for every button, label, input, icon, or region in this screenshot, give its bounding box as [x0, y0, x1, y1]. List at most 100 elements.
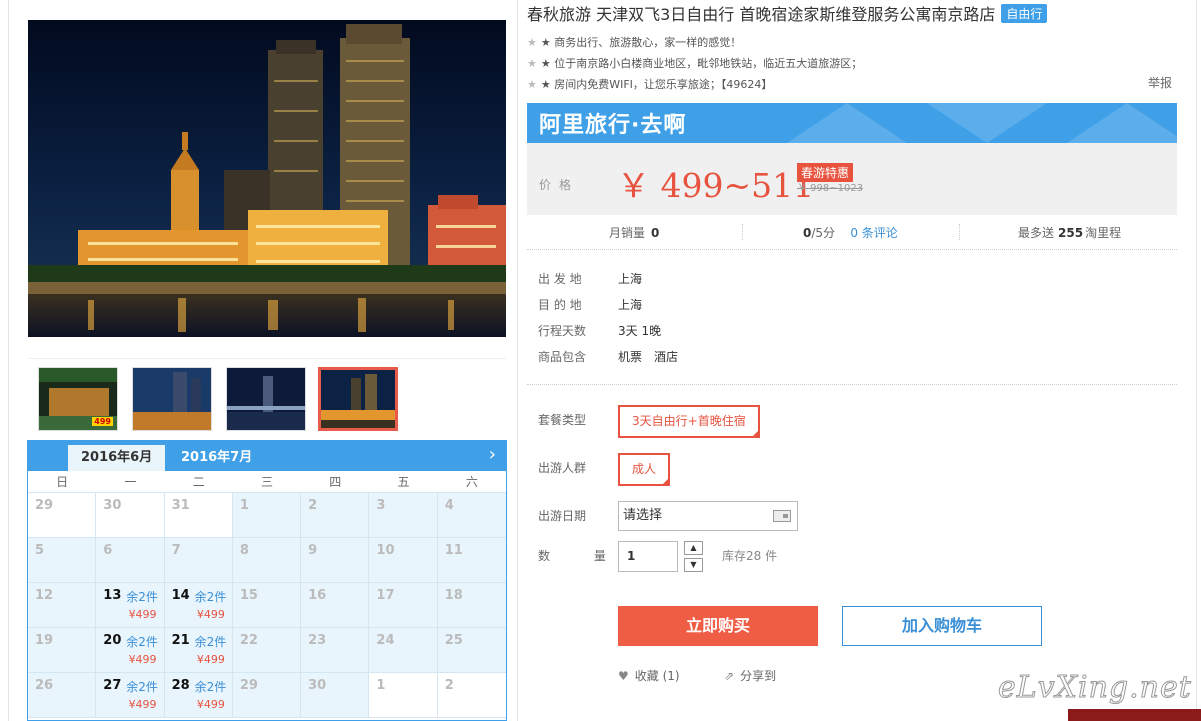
next-month-arrow-icon[interactable]: › [489, 444, 496, 466]
day-price: ¥499 [196, 698, 225, 711]
day-number: 20 [103, 633, 122, 648]
day-number: 3 [376, 498, 386, 513]
day-number: 25 [444, 633, 463, 648]
calendar-day-available[interactable]: 20 余2件 ¥499 [96, 628, 165, 673]
check-icon: ✓ [662, 467, 669, 475]
day-number: 21 [171, 633, 190, 648]
thumbnail-3[interactable] [226, 367, 306, 431]
heart-icon: ♥ [618, 669, 629, 683]
add-to-cart-button[interactable]: 加入购物车 [842, 606, 1042, 646]
day-stock: 余2件 [126, 590, 158, 604]
calendar-day: 30 [301, 673, 370, 718]
depart-value: 上海 [618, 272, 643, 286]
share-button[interactable]: ⇗ 分享到 [724, 667, 776, 684]
day-price: ¥499 [128, 608, 157, 621]
calendar-day: 23 [301, 628, 370, 673]
day-stock: 余2件 [126, 635, 158, 649]
calendar-day: 1 [232, 493, 302, 538]
star-icon: ★ [527, 78, 537, 91]
weekday-label: 日 [56, 475, 69, 489]
package-option-selected[interactable]: 3天自由行+首晚住宿 ✓ [618, 405, 760, 438]
favorite-button[interactable]: ♥ 收藏 (1) [618, 667, 680, 684]
brand-banner: 阿里旅行·去啊 [527, 103, 1177, 143]
reviews-link[interactable]: 0 条评论 [850, 226, 897, 240]
day-number: 2 [308, 498, 318, 513]
day-number: 5 [35, 543, 45, 558]
product-title: 春秋旅游 天津双飞3日自由行 首晚宿途家斯维登服务公寓南京路店 自由行 [527, 1, 1048, 25]
day-price: ¥499 [128, 653, 157, 666]
calendar-day: 3 [369, 493, 438, 538]
brand-logo: 阿里旅行·去啊 [539, 113, 687, 138]
stats-divider [959, 224, 960, 240]
thumbnail-2[interactable] [132, 367, 212, 431]
day-number: 15 [239, 588, 258, 603]
quantity-up-button[interactable]: ▲ [684, 541, 703, 555]
page-border-left [8, 0, 9, 721]
quantity-input[interactable]: 1 [618, 541, 678, 572]
price-value: ￥ 499~511 [617, 166, 815, 205]
original-price: ￥ 998~1023 [797, 183, 864, 194]
day-number: 19 [35, 633, 54, 648]
includes-row: 商品包含 机票 酒店 [538, 350, 679, 364]
weekday-header: 日一二三四五六 [28, 471, 506, 493]
day-number: 26 [35, 678, 54, 693]
calendar-header: 2016年6月 2016年7月 › [28, 441, 506, 471]
day-number: 1 [239, 498, 249, 513]
corner-decoration [1068, 709, 1201, 721]
quantity-label: 数 量 [538, 549, 626, 563]
calendar-day: 17 [369, 583, 438, 628]
weekday-label: 四 [329, 475, 342, 489]
calendar-day: 31 [164, 493, 233, 538]
calendar-day-available[interactable]: 27 余2件 ¥499 [96, 673, 165, 718]
day-stock: 余2件 [194, 635, 227, 649]
stats-divider [742, 224, 743, 240]
calendar-day: 8 [232, 538, 302, 583]
calendar-day: 1 [369, 673, 438, 718]
quantity-down-button[interactable]: ▼ [684, 558, 703, 572]
thumbnail-4-selected[interactable] [318, 367, 398, 431]
day-number: 22 [239, 633, 258, 648]
calendar-day-available[interactable]: 28 余2件 ¥499 [164, 673, 233, 718]
crowd-option-selected[interactable]: 成人 ✓ [618, 453, 671, 486]
price-label: 价格 [539, 178, 580, 192]
day-number: 12 [35, 588, 54, 603]
day-number: 14 [171, 588, 190, 603]
calendar-day: 6 [96, 538, 165, 583]
day-number: 8 [239, 543, 249, 558]
feature-line-3: ★ ★ 房间内免费WIFI，让您乐享旅途；【49624】 [527, 76, 772, 92]
thumbnail-1[interactable]: 499 [38, 367, 118, 431]
calendar-day: 26 [28, 673, 97, 718]
feature-text-2: ★ 位于南京路小白楼商业地区，毗邻地铁站，临近五大道旅游区； [540, 57, 863, 70]
buy-now-button[interactable]: 立即购买 [618, 606, 818, 646]
calendar-day-available[interactable]: 21 余2件 ¥499 [164, 628, 233, 673]
day-number: 9 [308, 543, 318, 558]
calendar-day: 25 [437, 628, 506, 673]
share-icon: ⇗ [724, 669, 735, 683]
days-row: 行程天数 3天 1晚 [538, 324, 662, 338]
report-link[interactable]: 举报 [1148, 74, 1172, 91]
tab-july-2016[interactable]: 2016年7月 [168, 445, 265, 471]
calendar-day: 30 [96, 493, 165, 538]
tab-june-2016[interactable]: 2016年6月 [68, 445, 166, 471]
day-number: 13 [103, 588, 122, 603]
stock-text: 库存28 件 [722, 549, 778, 563]
feature-text-1: ★ 商务出行、旅游散心，家一样的感觉！ [540, 36, 742, 49]
day-stock: 余2件 [126, 680, 158, 694]
main-product-photo [28, 20, 506, 337]
day-number: 28 [171, 678, 190, 693]
product-title-text: 春秋旅游 天津双飞3日自由行 首晚宿途家斯维登服务公寓南京路店 [527, 5, 996, 24]
star-icon: ★ [527, 57, 537, 70]
travel-date-picker[interactable]: 请选择 [618, 501, 798, 531]
feature-line-2: ★ ★ 位于南京路小白楼商业地区，毗邻地铁站，临近五大道旅游区； [527, 55, 862, 71]
day-stock: 余2件 [194, 680, 227, 694]
check-icon: ✓ [751, 419, 758, 427]
calendar-day: 15 [232, 583, 302, 628]
price-box: 阿里旅行·去啊 价格 ￥ 499~511 春游特惠 ￥ 998~1023 [527, 103, 1177, 215]
day-number: 29 [35, 498, 54, 513]
day-number: 6 [103, 543, 113, 558]
calendar-day: 22 [232, 628, 302, 673]
day-number: 17 [376, 588, 395, 603]
calendar-day-available[interactable]: 14 余2件 ¥499 [164, 583, 233, 628]
calendar-day: 7 [164, 538, 233, 583]
calendar-day-available[interactable]: 13 余2件 ¥499 [96, 583, 165, 628]
